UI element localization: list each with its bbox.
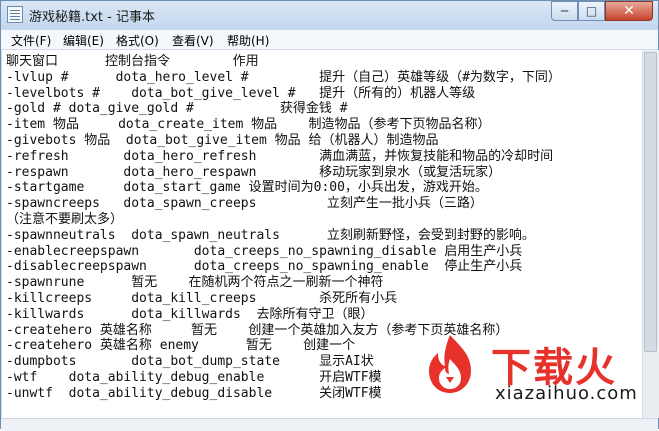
menu-view[interactable]: 查看(V): [172, 32, 214, 49]
text-line: -killwards dota_killwards 去除所有守卫（眼）: [6, 306, 374, 322]
notepad-window: 游戏秘籍.txt - 记事本 ─ □ ✕ 文件(F) 编辑(E) 格式(O) 查…: [0, 0, 659, 431]
watermark: 下载火 xiazaihuo.com: [419, 333, 657, 419]
text-line: （注意不要刷太多）: [6, 211, 124, 227]
text-line: -killcreeps dota_kill_creeps 杀死所有小兵: [6, 290, 398, 306]
scrollbar-thumb[interactable]: [644, 52, 657, 352]
text-line: 聊天窗口 控制台指令 作用: [6, 54, 259, 69]
maximize-button[interactable]: □: [578, 1, 605, 21]
text-line: -disablecreepspawn dota_creeps_no_spawni…: [6, 259, 523, 275]
watermark-url: xiazaihuo.com: [495, 383, 638, 404]
text-line: -item 物品 dota_create_item 物品 制造物品（参考下页物品…: [6, 117, 491, 133]
text-line: -refresh dota_hero_refresh 满血满蓝，并恢复技能和物品…: [6, 148, 554, 164]
text-line: -spawnneutrals dota_spawn_neutrals 立刻刷新野…: [6, 227, 535, 243]
window-title: 游戏秘籍.txt - 记事本: [29, 10, 155, 25]
notepad-icon: [7, 6, 23, 23]
menu-edit[interactable]: 编辑(E): [63, 32, 104, 49]
title-bar[interactable]: 游戏秘籍.txt - 记事本 ─ □ ✕: [1, 1, 658, 29]
text-line: -respawn dota_hero_respawn 移动玩家到泉水（或复活玩家…: [6, 164, 502, 180]
text-line: -startgame dota_start_game 设置时间为0:00，小兵出…: [6, 180, 488, 196]
text-line: -lvlup # dota_hero_level # 提升（自己）英雄等级（#为…: [6, 69, 561, 85]
flame-logo-icon: [429, 335, 471, 393]
menu-file[interactable]: 文件(F): [11, 32, 51, 49]
text-line: -levelbots # dota_bot_give_level # 提升（所有…: [6, 85, 476, 101]
close-button[interactable]: ✕: [605, 1, 653, 21]
text-line: -spawnrune 暂无 在随机两个符点之一刷新一个神符: [6, 275, 384, 291]
text-line: -spawncreeps dota_spawn_creeps 立刻产生一批小兵（…: [6, 196, 483, 212]
text-line: -givebots 物品 dota_bot_give_item 物品 给（机器人…: [6, 132, 439, 148]
text-line: -enablecreepspawn dota_creeps_no_spawnin…: [6, 243, 523, 259]
menu-bar: 文件(F) 编辑(E) 格式(O) 查看(V) 帮助(H): [1, 30, 658, 50]
menu-help[interactable]: 帮助(H): [227, 32, 269, 49]
menu-format[interactable]: 格式(O): [116, 32, 159, 49]
window-bottom-edge: [1, 418, 658, 431]
minimize-button[interactable]: ─: [551, 1, 578, 21]
text-line: -gold # dota_give_gold # 获得金钱 #: [6, 101, 348, 117]
